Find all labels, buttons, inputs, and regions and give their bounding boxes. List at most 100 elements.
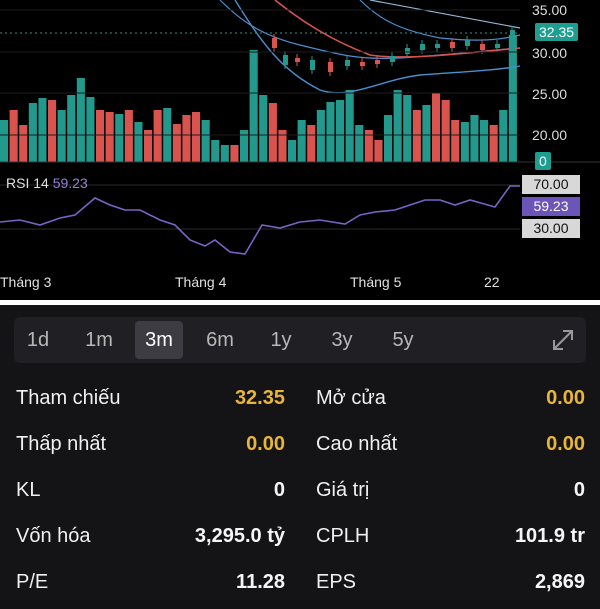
- candle: [420, 44, 425, 50]
- chart-canvas: [0, 0, 600, 255]
- candle: [345, 60, 350, 66]
- tab-6m[interactable]: 6m: [196, 321, 244, 359]
- rsi-title: RSI 14 59.23: [6, 175, 88, 191]
- stats-panel: 1d 1m 3m 6m 1y 3y 5y Tham chiếu 32.35 Mở…: [0, 305, 600, 600]
- volume-bar: [19, 125, 28, 162]
- volume-bar: [297, 120, 306, 162]
- volume-bar: [230, 145, 239, 162]
- candle: [283, 55, 288, 65]
- volume-bar: [499, 110, 508, 162]
- volume-bar: [105, 112, 114, 162]
- x-label-thang-4: Tháng 4: [175, 274, 227, 290]
- von-hoa-label: Vốn hóa: [16, 525, 91, 547]
- volume-bar: [9, 110, 18, 162]
- volume-bar: [249, 50, 258, 162]
- candle: [450, 42, 455, 48]
- volume-bar: [374, 140, 383, 162]
- eps-value: 2,869: [534, 571, 585, 593]
- candle: [480, 44, 485, 50]
- cao-nhat-value: 0.00: [546, 433, 585, 455]
- pe-value: 11.28: [236, 571, 285, 593]
- kl-value: 0: [273, 479, 285, 501]
- pe-label: P/E: [16, 571, 49, 593]
- band-upper: [359, 0, 521, 41]
- volume-bar: [326, 102, 335, 162]
- stats-row-5: P/E 11.28 EPS 2,869: [0, 563, 600, 609]
- current-price-badge: 32.35: [535, 23, 579, 41]
- volume-bar: [268, 103, 277, 162]
- volume-bars: [0, 35, 517, 162]
- x-label-22: 22: [484, 274, 500, 290]
- tab-1y[interactable]: 1y: [257, 321, 305, 359]
- candle: [295, 58, 300, 62]
- tab-5y[interactable]: 5y: [379, 321, 427, 359]
- volume-zero-badge: 0: [535, 152, 551, 170]
- candle: [360, 62, 365, 66]
- tab-3y[interactable]: 3y: [318, 321, 366, 359]
- volume-bar: [307, 125, 316, 162]
- expand-icon[interactable]: [550, 327, 576, 353]
- volume-bar: [316, 110, 325, 162]
- cao-nhat-label: Cao nhất: [316, 433, 398, 455]
- rsi-current-badge: 59.23: [522, 197, 580, 216]
- candle: [465, 40, 470, 46]
- volume-bar: [432, 93, 441, 162]
- volume-bar: [288, 140, 297, 162]
- volume-bar: [451, 120, 460, 162]
- gia-tri-value: 0: [573, 479, 585, 501]
- price-tick-25: 25.00: [532, 86, 568, 102]
- cplh-value: 101.9 tr: [514, 525, 585, 547]
- tab-3m[interactable]: 3m: [135, 321, 183, 359]
- price-tick-20: 20.00: [532, 127, 568, 143]
- volume-bar: [355, 125, 364, 162]
- volume-bar: [86, 97, 95, 162]
- volume-bar: [211, 140, 220, 162]
- volume-bar: [96, 110, 105, 162]
- volume-bar: [48, 100, 57, 162]
- volume-bar: [0, 120, 9, 162]
- candle: [272, 38, 277, 48]
- volume-bar: [115, 114, 124, 162]
- price-tick-30: 30.00: [532, 45, 568, 61]
- cplh-label: CPLH: [316, 525, 370, 547]
- stats-row-3: KL 0 Giá trị 0: [0, 471, 600, 517]
- volume-bar: [124, 110, 133, 162]
- volume-bar: [172, 124, 181, 162]
- band-lower: [234, 0, 521, 94]
- volume-bar: [192, 112, 201, 162]
- price-chart[interactable]: 35.00 32.35 30.00 25.00 20.00 0 RSI 14 5…: [0, 0, 600, 300]
- stats-row-1: Tham chiếu 32.35 Mở cửa 0.00: [0, 379, 600, 425]
- volume-bar: [259, 95, 268, 162]
- volume-bar: [76, 78, 85, 162]
- mo-cua-label: Mở cửa: [316, 387, 386, 409]
- tab-1d[interactable]: 1d: [14, 321, 62, 359]
- volume-bar: [57, 110, 66, 162]
- volume-bar: [336, 100, 345, 162]
- mo-cua-value: 0.00: [546, 387, 585, 409]
- candle: [375, 60, 380, 64]
- timeframe-tabs: 1d 1m 3m 6m 1y 3y 5y: [14, 317, 586, 363]
- tab-1m[interactable]: 1m: [75, 321, 123, 359]
- price-tick-35: 35.00: [532, 2, 568, 18]
- candle: [390, 56, 395, 62]
- volume-bar: [28, 103, 37, 162]
- volume-bar: [67, 95, 76, 162]
- volume-bar: [134, 122, 143, 162]
- volume-bar: [201, 120, 210, 162]
- gia-tri-label: Giá trị: [316, 479, 370, 501]
- rsi-level-70: 70.00: [522, 175, 580, 194]
- eps-label: EPS: [316, 571, 357, 593]
- volume-bar: [403, 95, 412, 162]
- candle: [328, 62, 333, 72]
- volume-bar: [412, 110, 421, 162]
- volume-bar: [489, 125, 498, 162]
- rsi-label: RSI 14: [6, 175, 49, 191]
- kl-label: KL: [16, 479, 41, 501]
- thap-nhat-value: 0.00: [246, 433, 285, 455]
- candle: [435, 44, 440, 48]
- stats-row-4: Vốn hóa 3,295.0 tỷ CPLH 101.9 tr: [0, 517, 600, 563]
- thap-nhat-label: Thấp nhất: [16, 433, 107, 455]
- von-hoa-value: 3,295.0 tỷ: [194, 525, 285, 547]
- x-label-thang-3: Tháng 3: [0, 274, 52, 290]
- candle: [495, 44, 500, 48]
